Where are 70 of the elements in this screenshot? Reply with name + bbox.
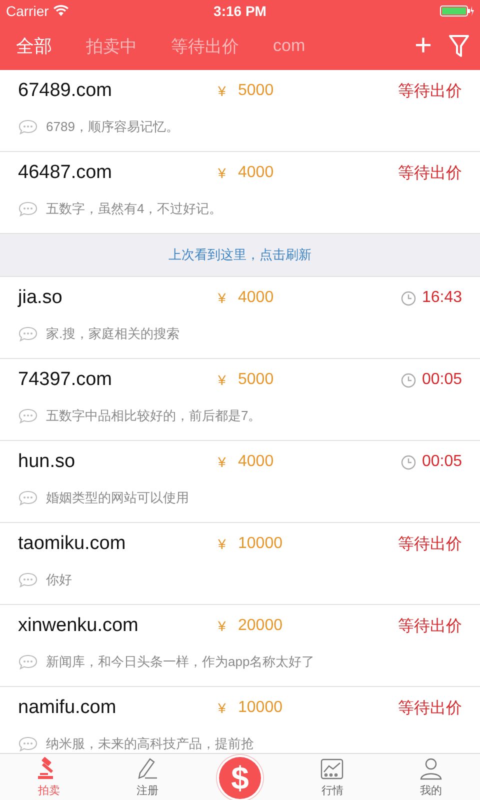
- price: 5000: [238, 371, 275, 389]
- currency-sign: ¥: [218, 536, 227, 552]
- domain-name: 67489.com: [18, 80, 114, 102]
- price: 4000: [238, 453, 275, 471]
- add-button[interactable]: +: [408, 31, 438, 61]
- countdown-time: 16:43: [422, 289, 462, 307]
- clock-icon: [400, 454, 416, 470]
- speech-bubble-icon: [18, 654, 38, 670]
- currency-sign: ¥: [218, 618, 227, 634]
- chart-icon: [320, 757, 344, 781]
- dollar-button[interactable]: $: [219, 757, 262, 799]
- listing-note: 家.搜，家庭相关的搜索: [46, 325, 180, 343]
- listing-note: 6789，顺序容易记忆。: [46, 118, 179, 136]
- currency-sign: ¥: [218, 165, 227, 181]
- status-label: 等待出价: [398, 616, 462, 636]
- countdown-time: 00:05: [422, 453, 462, 471]
- price: 4000: [238, 289, 275, 307]
- filter-tab[interactable]: 拍卖中: [78, 30, 145, 62]
- battery-icon: [440, 5, 474, 17]
- currency-sign: ¥: [218, 83, 227, 99]
- clock-icon: [400, 290, 416, 306]
- speech-bubble-icon: [18, 119, 38, 135]
- listing-note: 五数字，虽然有4，不过好记。: [46, 200, 222, 218]
- speech-bubble-icon: [18, 736, 38, 752]
- price: 20000: [238, 617, 284, 635]
- listing-note: 纳米服，未来的高科技产品，提前抢: [46, 735, 254, 753]
- status-label: 等待出价: [398, 82, 462, 102]
- tab-bar-item[interactable]: 拍卖: [0, 754, 98, 800]
- domain-name: jia.so: [18, 287, 64, 309]
- person-icon: [418, 757, 443, 781]
- domain-name: 46487.com: [18, 162, 114, 184]
- domain-name: 74397.com: [18, 369, 114, 391]
- tab-bar-item[interactable]: 行情: [283, 754, 382, 800]
- speech-bubble-icon: [18, 572, 38, 588]
- price: 5000: [238, 82, 275, 100]
- status-label: 等待出价: [398, 534, 462, 554]
- filter-icon[interactable]: [448, 34, 470, 58]
- tab-bar-item[interactable]: 注册: [98, 754, 197, 800]
- domain-name: namifu.com: [18, 697, 118, 719]
- listing-note: 五数字中品相比较好的，前后都是7。: [46, 407, 262, 425]
- status-label: 等待出价: [398, 698, 462, 718]
- filter-tab[interactable]: 等待出价: [163, 30, 247, 62]
- currency-sign: ¥: [218, 290, 227, 306]
- status-label: 等待出价: [398, 164, 462, 184]
- speech-bubble-icon: [18, 408, 38, 424]
- wifi-icon: [52, 5, 69, 17]
- domain-name: hun.so: [18, 451, 76, 473]
- countdown-time: 00:05: [422, 371, 462, 389]
- clock-icon: [400, 372, 416, 388]
- currency-sign: ¥: [218, 454, 227, 470]
- speech-bubble-icon: [18, 326, 38, 342]
- price: 10000: [238, 699, 284, 717]
- listing-note: 新闻库，和今日头条一样，作为app名称太好了: [46, 653, 315, 671]
- listing-note: 婚姻类型的网站可以使用: [46, 489, 189, 507]
- tab-bar-item[interactable]: 我的: [382, 754, 480, 800]
- filter-tab[interactable]: 全部: [8, 30, 60, 62]
- pencil-icon: [136, 757, 160, 781]
- filter-tab[interactable]: com: [265, 32, 314, 60]
- listing-note: 你好: [46, 571, 72, 589]
- speech-bubble-icon: [18, 201, 38, 217]
- price: 10000: [238, 535, 284, 553]
- refresh-link[interactable]: 上次看到这里，点击刷新: [168, 246, 312, 264]
- domain-name: xinwenku.com: [18, 615, 140, 637]
- price: 4000: [238, 164, 275, 182]
- carrier-label: Carrier: [6, 3, 49, 19]
- currency-sign: ¥: [218, 700, 227, 716]
- clock-time: 3:16 PM: [214, 3, 266, 19]
- speech-bubble-icon: [18, 490, 38, 506]
- currency-sign: ¥: [218, 372, 227, 388]
- domain-name: taomiku.com: [18, 533, 127, 555]
